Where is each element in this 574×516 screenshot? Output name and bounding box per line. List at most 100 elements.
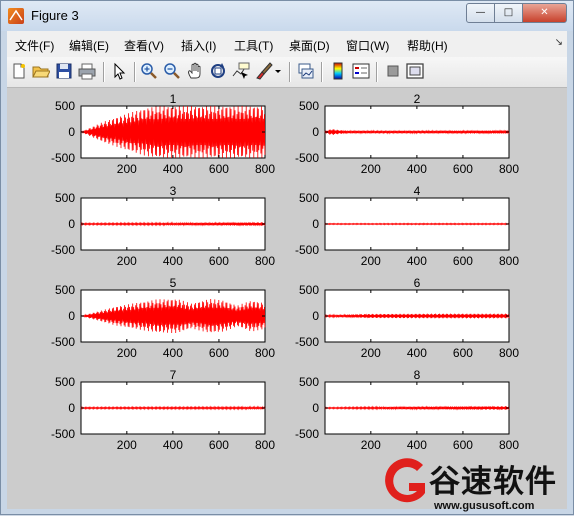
toolbar-separator (376, 62, 378, 82)
figure-window: Figure 3 — □ ✕ 文件(F) 编辑(E) 查看(V) 插入(I) 工… (0, 0, 574, 515)
x-tick-label: 600 (209, 254, 229, 268)
maximize-button[interactable]: □ (494, 3, 523, 23)
subplot-7[interactable]: 200 400 600 800 500 0 -500 7 (51, 368, 275, 452)
minimize-button[interactable]: — (466, 3, 495, 23)
x-tick-label: 200 (117, 438, 137, 452)
window-title: Figure 3 (31, 8, 79, 23)
folder-open-icon[interactable] (32, 62, 50, 80)
subplot-3[interactable]: 200 400 600 800 500 0 -500 3 (51, 184, 275, 268)
y-tick-label: 0 (312, 217, 319, 231)
subplot-title: 5 (170, 276, 177, 290)
y-tick-label: 0 (68, 401, 75, 415)
zoom-in-icon[interactable] (140, 62, 158, 80)
x-tick-label: 400 (163, 438, 183, 452)
menu-view[interactable]: 查看(V) (124, 37, 164, 54)
menu-edit[interactable]: 编辑(E) (69, 37, 109, 54)
menu-bar: 文件(F) 编辑(E) 查看(V) 插入(I) 工具(T) 桌面(D) 窗口(W… (7, 31, 567, 58)
x-tick-label: 200 (361, 162, 381, 176)
cursor-arrow-icon[interactable] (110, 62, 128, 80)
y-tick-label: -500 (295, 151, 319, 165)
watermark-url: www.gususoft.com (434, 500, 535, 512)
figure-client: 文件(F) 编辑(E) 查看(V) 插入(I) 工具(T) 桌面(D) 窗口(W… (7, 31, 567, 509)
x-tick-label: 400 (163, 346, 183, 360)
subplot-4[interactable]: 200 400 600 800 500 0 -500 4 (295, 184, 519, 268)
x-tick-label: 600 (209, 438, 229, 452)
colorbar-icon[interactable] (329, 62, 347, 80)
subplot-8[interactable]: 200 400 600 800 500 0 -500 8 (295, 368, 519, 452)
subplot-title: 7 (170, 368, 177, 382)
x-tick-label: 600 (453, 346, 473, 360)
y-tick-label: -500 (51, 151, 75, 165)
x-tick-label: 800 (499, 162, 519, 176)
y-tick-label: -500 (51, 335, 75, 349)
subplot-1[interactable]: 200 400 600 800 500 0 -500 1 (51, 92, 275, 176)
y-tick-label: 0 (312, 309, 319, 323)
menu-tools[interactable]: 工具(T) (234, 37, 273, 54)
subplot-title: 6 (414, 276, 421, 290)
x-tick-label: 800 (499, 346, 519, 360)
subplot-6[interactable]: 200 400 600 800 500 0 -500 6 (295, 276, 519, 360)
hand-icon[interactable] (186, 62, 204, 80)
hide-tools-icon[interactable] (384, 62, 402, 80)
x-tick-label: 600 (209, 162, 229, 176)
x-tick-label: 200 (117, 346, 137, 360)
y-tick-label: 0 (68, 125, 75, 139)
subplot-2[interactable]: 200 400 600 800 500 0 -500 2 (295, 92, 519, 176)
printer-icon[interactable] (78, 62, 96, 80)
matlab-logo-icon (8, 8, 24, 24)
x-tick-label: 400 (407, 438, 427, 452)
brush-icon[interactable] (255, 62, 273, 80)
close-button[interactable]: ✕ (522, 3, 567, 23)
y-tick-label: 500 (299, 99, 319, 113)
menu-help[interactable]: 帮助(H) (407, 37, 448, 54)
brush-dropdown-icon[interactable] (274, 62, 282, 80)
figure-toolbar (7, 57, 567, 88)
show-tools-icon[interactable] (406, 62, 424, 80)
y-tick-label: 500 (299, 283, 319, 297)
toolbar-separator (103, 62, 105, 82)
watermark-logo-icon (385, 458, 425, 503)
x-tick-label: 200 (117, 254, 137, 268)
signal-line (324, 222, 510, 226)
menu-file[interactable]: 文件(F) (15, 37, 54, 54)
floppy-disk-icon[interactable] (55, 62, 73, 80)
x-tick-label: 200 (361, 438, 381, 452)
x-tick-label: 400 (407, 254, 427, 268)
subplot-title: 4 (414, 184, 421, 198)
x-tick-label: 200 (361, 254, 381, 268)
title-bar[interactable]: Figure 3 — □ ✕ (1, 1, 573, 31)
menu-window[interactable]: 窗口(W) (346, 37, 389, 54)
menu-desktop[interactable]: 桌面(D) (289, 37, 330, 54)
rotate-3d-icon[interactable] (209, 62, 227, 80)
toolbar-separator (289, 62, 291, 82)
toolbar-separator (321, 62, 323, 82)
y-tick-label: 500 (55, 99, 75, 113)
x-tick-label: 400 (407, 346, 427, 360)
y-tick-label: 0 (312, 401, 319, 415)
y-tick-label: 0 (68, 309, 75, 323)
data-cursor-icon[interactable] (232, 62, 250, 80)
watermark: 谷速软件 www.gususoft.com (379, 453, 574, 516)
x-tick-label: 800 (255, 254, 275, 268)
x-tick-label: 600 (453, 438, 473, 452)
y-tick-label: 500 (299, 375, 319, 389)
x-tick-label: 800 (255, 162, 275, 176)
y-tick-label: 500 (55, 191, 75, 205)
menu-insert[interactable]: 插入(I) (181, 37, 216, 54)
subplot-5[interactable]: 200 400 600 800 500 0 -500 5 (51, 276, 275, 360)
y-tick-label: -500 (51, 427, 75, 441)
x-tick-label: 600 (453, 162, 473, 176)
link-plot-icon[interactable] (297, 62, 315, 80)
y-tick-label: -500 (295, 243, 319, 257)
signal-line (80, 405, 266, 411)
subplot-title: 3 (170, 184, 177, 198)
subplot-title: 2 (414, 92, 421, 106)
zoom-out-icon[interactable] (163, 62, 181, 80)
x-tick-label: 800 (499, 254, 519, 268)
dock-arrow-icon[interactable]: ↘ (555, 37, 563, 48)
x-tick-label: 400 (163, 254, 183, 268)
new-file-icon[interactable] (10, 62, 28, 80)
figure-canvas: 200 400 600 800 500 0 -500 1 200 400 600 800 500 0 -50… (7, 88, 567, 509)
legend-icon[interactable] (352, 62, 370, 80)
watermark-brand: 谷速软件 (429, 464, 557, 500)
